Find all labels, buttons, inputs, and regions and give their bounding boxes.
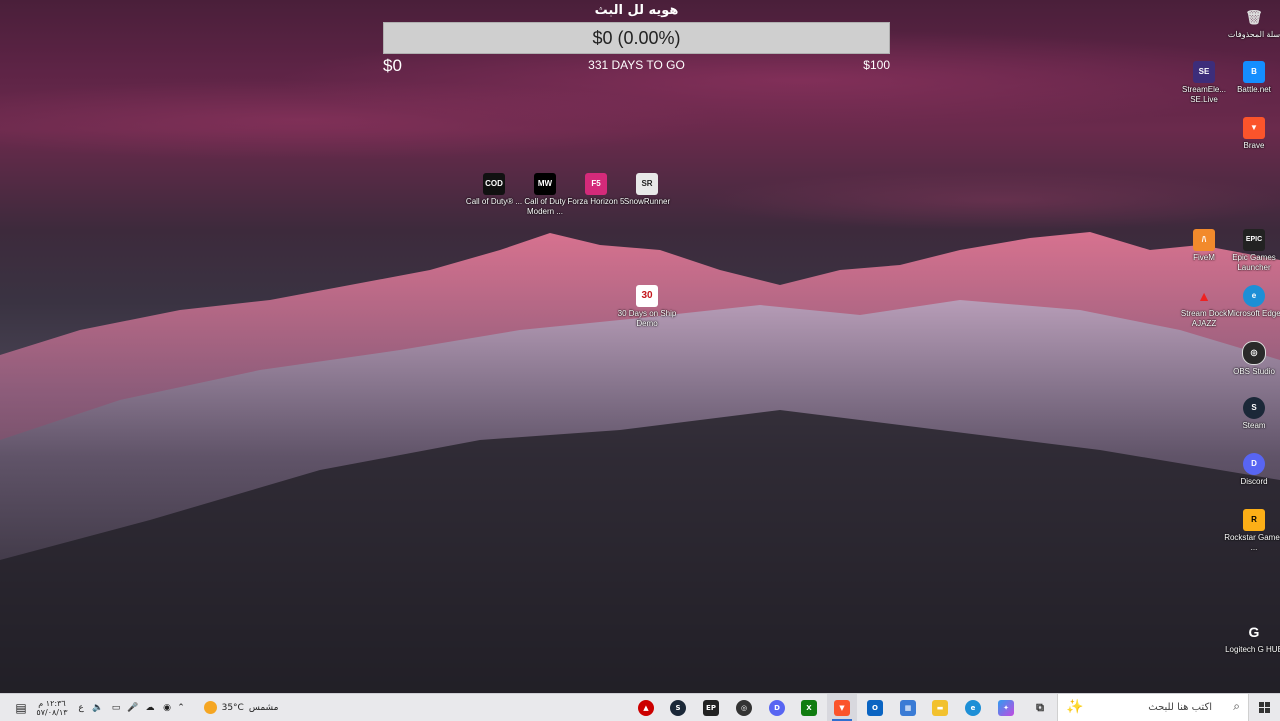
snowrunner-icon: SR: [636, 173, 658, 195]
search-placeholder: اكتب هنا للبحث: [1148, 702, 1212, 713]
taskbar-brave[interactable]: ▼: [827, 694, 857, 721]
icon-label: Stream Dock AJAZZ: [1180, 309, 1228, 328]
store-icon: ▦: [900, 699, 916, 716]
fivem-icon: /\: [1193, 229, 1215, 251]
30-days-icon: 30: [636, 285, 658, 307]
taskbar-copilot[interactable]: ✦: [991, 694, 1021, 721]
widget-title: هويه لل البث: [594, 3, 679, 18]
desktop-icon-recycle-bin[interactable]: 🗑 سلة المحذوفات: [1222, 6, 1280, 40]
edge-icon: e: [965, 699, 981, 716]
discord-icon: D: [769, 699, 785, 716]
brave-icon: ▼: [834, 699, 850, 716]
desktop-icon-snowrunner[interactable]: SR SnowRunner: [615, 173, 679, 207]
desktop-icon-logitech[interactable]: G Logitech G HUB: [1222, 621, 1280, 655]
icon-label: OBS Studio: [1233, 367, 1275, 376]
icon-label: Rockstar Games ...: [1224, 533, 1280, 552]
start-button[interactable]: [1250, 694, 1278, 721]
task-view-icon: ⧉: [1036, 700, 1044, 714]
taskbar-discord[interactable]: D: [762, 694, 792, 721]
sparkle-icon: ✨: [1066, 699, 1084, 715]
onedrive-icon[interactable]: ☁: [142, 694, 158, 721]
network-icon[interactable]: ▭: [108, 694, 124, 721]
steam-icon: S: [1243, 397, 1265, 419]
icon-label: StreamEle... SE.Live: [1181, 85, 1226, 104]
icon-label: FiveM: [1193, 253, 1215, 262]
logitech-icon: G: [1248, 624, 1260, 640]
battle-net-icon: B: [1243, 61, 1265, 83]
taskbar-file-explorer[interactable]: ▬: [925, 694, 955, 721]
recycle-bin-icon: 🗑: [1245, 9, 1263, 25]
desktop-icon-discord[interactable]: D Discord: [1222, 453, 1280, 487]
discord-icon: D: [1243, 453, 1265, 475]
search-icon: ⌕: [1233, 699, 1240, 713]
taskbar-xbox[interactable]: X: [794, 694, 824, 721]
weather-widget[interactable]: 35°C مشمس: [200, 694, 282, 721]
call-of-duty-icon: COD: [483, 173, 505, 195]
icon-label: Brave: [1243, 141, 1265, 150]
stream-dock-icon: ▲: [1197, 288, 1211, 304]
icon-label: Steam: [1242, 421, 1266, 430]
outlook-icon: O: [867, 699, 883, 716]
wallpaper-mountains: [0, 232, 1280, 693]
desktop-icon-fivem[interactable]: /\ FiveM: [1172, 229, 1236, 263]
icon-label: 30 Days on Ship Demo: [617, 309, 677, 328]
weather-text: مشمس: [248, 702, 279, 713]
desktop-icon-brave[interactable]: ▼ Brave: [1222, 117, 1280, 151]
progress-bar: $0 (0.00%): [383, 22, 890, 54]
file-explorer-icon: ▬: [932, 699, 948, 716]
taskbar-edge[interactable]: e: [958, 694, 988, 721]
weather-temp: 35°C: [221, 702, 244, 713]
stream-dock-icon: ▲: [638, 699, 654, 716]
obs-icon: ◎: [1242, 341, 1266, 365]
search-box[interactable]: ✨ اكتب هنا للبحث ⌕: [1057, 694, 1249, 721]
clock[interactable]: ١٢:٣٦ م ٥٧/٠٨/١٣: [34, 694, 70, 721]
clock-time: ١٢:٣٦ م: [38, 698, 66, 708]
mw-icon: MW: [534, 173, 556, 195]
donation-goal-widget: هويه لل البث $0 (0.00%) $0 331 DAYS TO G…: [383, 0, 890, 75]
taskbar-steam[interactable]: S: [663, 694, 693, 721]
taskbar-task-view[interactable]: ⧉: [1025, 694, 1055, 721]
notifications-icon[interactable]: ▤: [10, 694, 32, 721]
taskbar-obs[interactable]: ◎: [729, 694, 759, 721]
icon-label: Logitech G HUB: [1225, 645, 1280, 654]
desktop-icon-obs[interactable]: ◎ OBS Studio: [1222, 341, 1280, 377]
taskbar-outlook[interactable]: O: [860, 694, 890, 721]
windows-logo-icon: [1258, 702, 1270, 713]
desktop-icon-30-days[interactable]: 30 30 Days on Ship Demo: [615, 285, 679, 329]
taskbar-epic[interactable]: EP: [696, 694, 726, 721]
icon-label: Discord: [1240, 477, 1268, 486]
epic-games-icon: EPIC: [1243, 229, 1265, 251]
meet-now-icon[interactable]: ◉: [160, 694, 174, 721]
goal-amount: $100: [863, 58, 890, 72]
chevron-up-icon[interactable]: ⌃: [174, 694, 188, 721]
volume-icon[interactable]: 🔈: [90, 694, 106, 721]
taskbar-stream-dock[interactable]: ▲: [631, 694, 661, 721]
days-remaining: 331 DAYS TO GO: [588, 58, 685, 72]
icon-label: سلة المحذوفات: [1227, 30, 1280, 39]
xbox-icon: X: [801, 699, 817, 716]
streamelements-icon: SE: [1193, 61, 1215, 83]
desktop-icon-rockstar[interactable]: R Rockstar Games ...: [1222, 509, 1280, 553]
brave-icon: ▼: [1243, 117, 1265, 139]
copilot-icon: ✦: [998, 699, 1014, 716]
forza-icon: F5: [585, 173, 607, 195]
obs-icon: ◎: [736, 699, 752, 716]
desktop-icon-streamelements[interactable]: SE StreamEle... SE.Live: [1172, 61, 1236, 105]
microphone-icon[interactable]: 🎤: [126, 694, 140, 721]
clock-date: ٥٧/٠٨/١٣: [36, 707, 68, 717]
taskbar-store[interactable]: ▦: [893, 694, 923, 721]
progress-text: $0 (0.00%): [592, 27, 681, 48]
edge-icon: e: [1243, 285, 1265, 307]
taskbar: ▤ ١٢:٣٦ م ٥٧/٠٨/١٣ ع 🔈 ▭ 🎤 ☁ ◉ ⌃ 35°C مش…: [0, 693, 1280, 721]
sun-icon: [203, 701, 217, 714]
desktop-icon-stream-dock[interactable]: ▲ Stream Dock AJAZZ: [1172, 285, 1236, 329]
language-indicator[interactable]: ع: [74, 694, 88, 721]
epic-games-icon: EP: [703, 699, 719, 716]
icon-label: SnowRunner: [623, 197, 671, 206]
desktop-icon-steam[interactable]: S Steam: [1222, 397, 1280, 431]
steam-icon: S: [670, 699, 686, 716]
rockstar-icon: R: [1243, 509, 1265, 531]
